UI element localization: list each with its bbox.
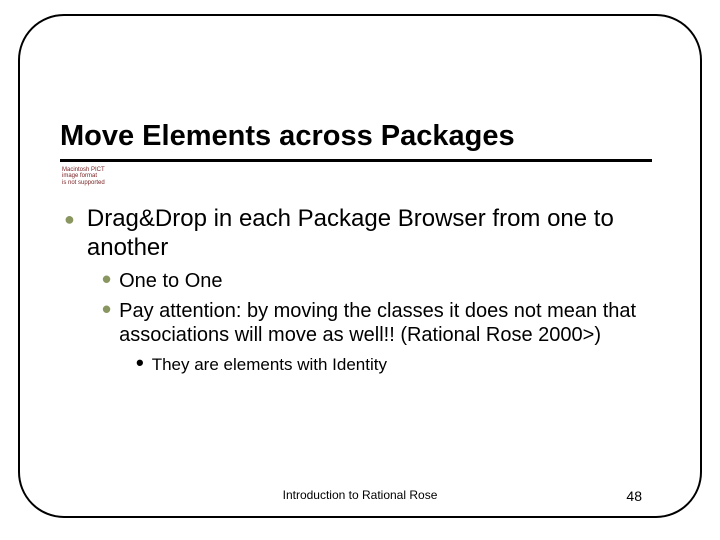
dot-bullet-icon: • [102,269,111,293]
slide-title: Move Elements across Packages [60,120,652,153]
bullet-level3: • They are elements with Identity [136,355,652,375]
slide-content: Move Elements across Packages Macintosh … [60,120,652,375]
body-text: ● Drag&Drop in each Package Browser from… [60,205,652,375]
bullet-level1: ● Drag&Drop in each Package Browser from… [60,205,652,263]
dot-bullet-icon: • [102,299,111,347]
page-number: 48 [626,488,642,504]
level2-text: One to One [119,269,222,293]
level1-text: Drag&Drop in each Package Browser from o… [87,205,652,263]
bullet-level2: • One to One [102,269,652,293]
disc-bullet-icon: ● [64,205,75,263]
image-placeholder: Macintosh PICT image format is not suppo… [60,166,108,203]
footer-center: Introduction to Rational Rose [0,488,720,502]
level2-text: Pay attention: by moving the classes it … [119,299,652,347]
slide: Move Elements across Packages Macintosh … [0,0,720,540]
bullet-level2: • Pay attention: by moving the classes i… [102,299,652,347]
placeholder-line: is not supported [62,180,106,186]
dot-bullet-icon: • [136,355,144,375]
level3-text: They are elements with Identity [152,355,387,375]
title-underline [60,159,652,162]
